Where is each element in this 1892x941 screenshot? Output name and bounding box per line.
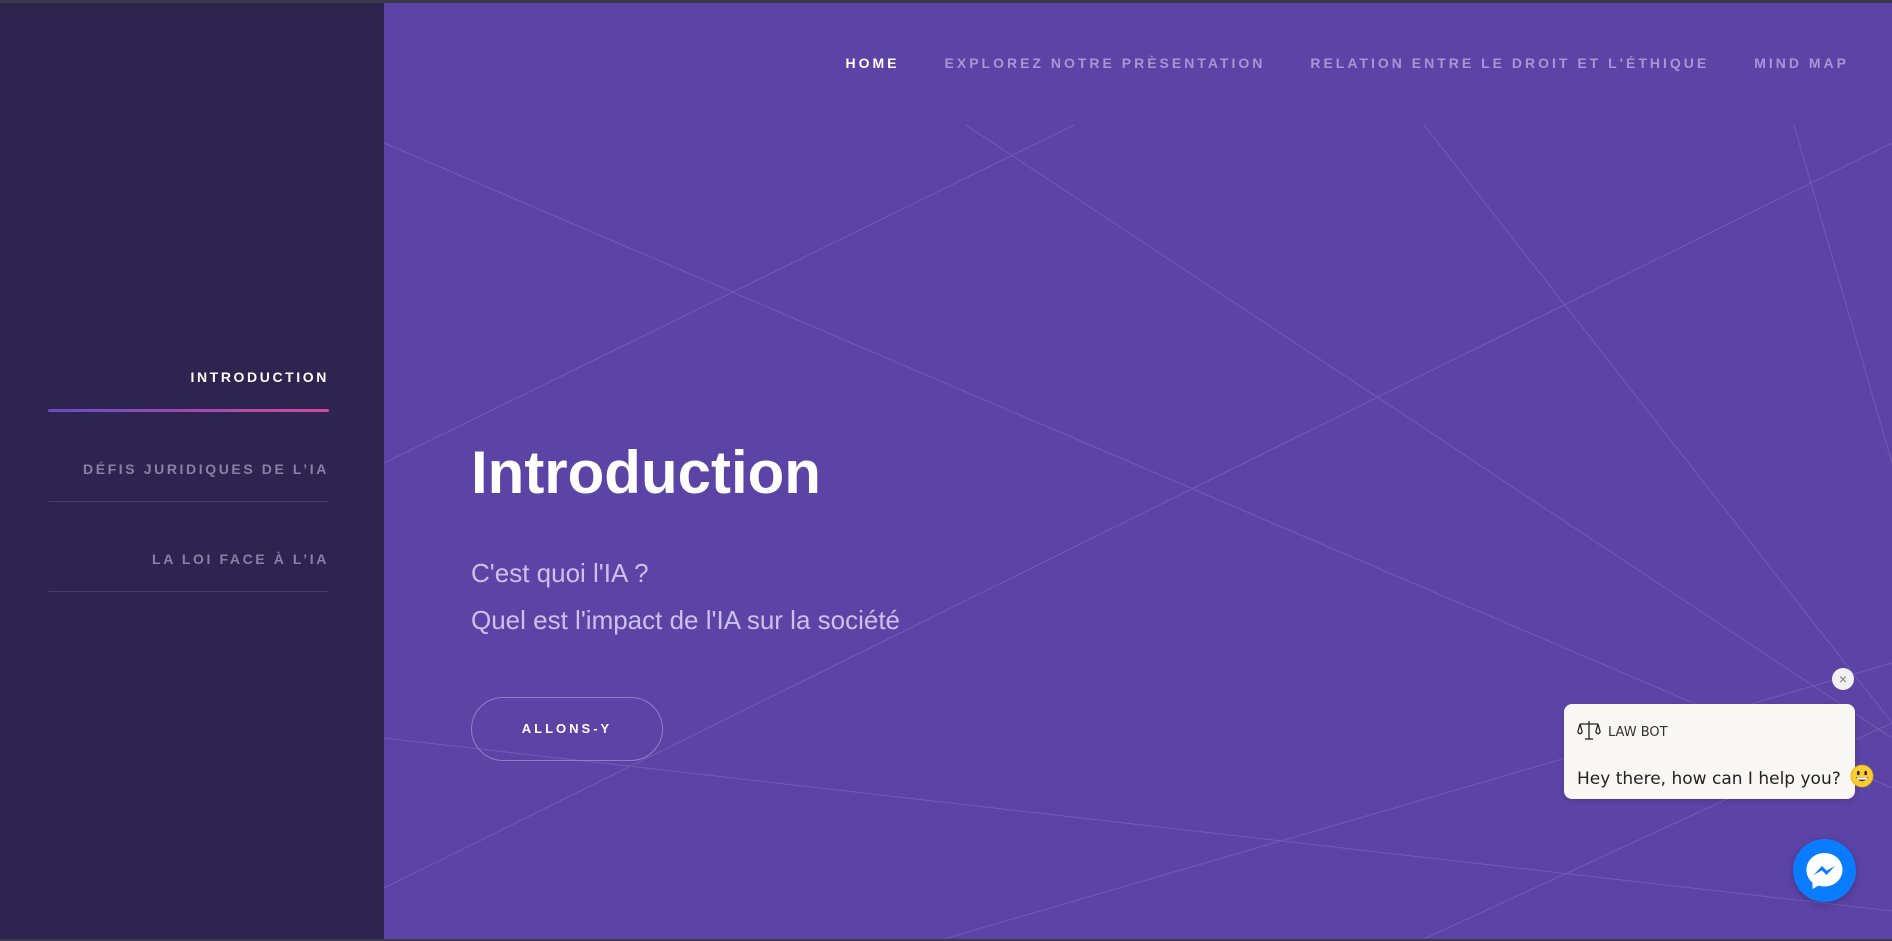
- messenger-icon: [1793, 853, 1856, 906]
- grinning-face-icon: [1850, 764, 1874, 793]
- sidebar: INTRODUCTION DÉFIS JURIDIQUES DE L’IA LA…: [0, 3, 384, 939]
- nav-home[interactable]: HOME: [846, 55, 900, 71]
- sidebar-divider: [48, 501, 329, 502]
- sidebar-item-label: DÉFIS JURIDIQUES DE L’IA: [83, 461, 329, 477]
- nav-explorez-presentation[interactable]: EXPLOREZ NOTRE PRÈSENTATION: [945, 55, 1266, 71]
- sidebar-item-loi-face-ia[interactable]: LA LOI FACE À L’IA: [48, 551, 329, 592]
- sidebar-item-introduction[interactable]: INTRODUCTION: [48, 369, 329, 412]
- scales-icon: [1577, 719, 1601, 746]
- allons-y-button[interactable]: ALLONS-Y: [471, 697, 663, 761]
- nav-relation-droit-ethique[interactable]: RELATION ENTRE LE DROIT ET L'ÉTHIQUE: [1310, 55, 1709, 71]
- messenger-launcher-button[interactable]: [1793, 839, 1856, 902]
- chat-close-button[interactable]: ×: [1832, 668, 1854, 690]
- page: INTRODUCTION DÉFIS JURIDIQUES DE L’IA LA…: [0, 3, 1892, 939]
- sidebar-item-label: LA LOI FACE À L’IA: [152, 551, 329, 567]
- chat-message-text: Hey there, how can I help you?: [1577, 769, 1841, 789]
- hero-title: Introduction: [471, 439, 821, 506]
- sidebar-divider: [48, 591, 329, 592]
- bot-name: LAW BOT: [1608, 725, 1668, 740]
- sidebar-active-underline: [48, 409, 329, 412]
- sidebar-item-label: INTRODUCTION: [190, 369, 329, 385]
- chat-header: LAW BOT: [1577, 719, 1668, 746]
- hero-question-1: C'est quoi l'IA ?: [471, 558, 649, 588]
- nav-mind-map[interactable]: MIND MAP: [1754, 55, 1849, 71]
- top-navigation: HOME EXPLOREZ NOTRE PRÈSENTATION RELATIO…: [846, 55, 1849, 71]
- chat-message: Hey there, how can I help you?: [1577, 764, 1874, 793]
- chat-greeting-bubble[interactable]: LAW BOT Hey there, how can I help you?: [1564, 704, 1874, 799]
- hero-question-2: Quel est l'impact de l'IA sur la société: [471, 605, 901, 635]
- sidebar-item-defis-juridiques[interactable]: DÉFIS JURIDIQUES DE L’IA: [48, 461, 329, 502]
